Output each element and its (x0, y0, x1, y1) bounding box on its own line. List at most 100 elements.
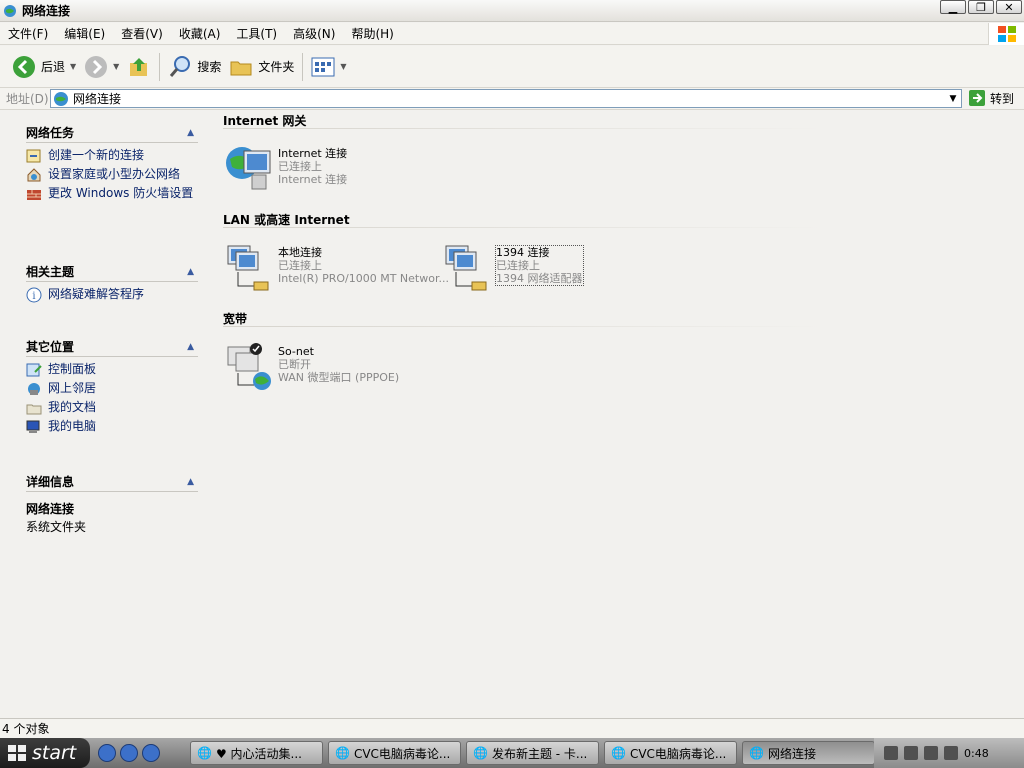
internet-gateway-icon (226, 147, 271, 190)
network-globe-icon: 🌐 (749, 746, 764, 760)
connection-device: 1394 网络适配器 (496, 272, 583, 285)
collapse-icon[interactable]: ▲ (187, 267, 194, 277)
network-tray-icon[interactable] (904, 746, 918, 760)
documents-folder-icon (26, 404, 42, 415)
connection-device: WAN 微型端口 (PPPOE) (278, 371, 400, 384)
group-internet-gateway: Internet 网关 (223, 112, 823, 129)
firewall-settings-link[interactable]: 更改 Windows 防火墙设置 (26, 187, 198, 202)
link-label: 网络疑难解答程序 (48, 287, 145, 301)
link-label: 网上邻居 (48, 381, 97, 395)
connection-status: 已连接上 (278, 160, 322, 173)
status-bar: 4 个对象 (0, 718, 1024, 738)
panel-title: 网络任务 (26, 126, 75, 140)
network-globe-icon (54, 91, 68, 106)
menu-favorites[interactable]: 收藏(A) (171, 25, 229, 42)
connection-sonet[interactable]: So-net 已断开 WAN 微型端口 (PPPOE) (224, 341, 399, 393)
details-name: 网络连接 (26, 502, 75, 516)
group-divider (223, 227, 823, 228)
toolbar-separator (159, 52, 161, 81)
menu-help[interactable]: 帮助(H) (343, 25, 401, 42)
title-bar: 网络连接 ▁ ❐ ✕ (0, 0, 1024, 22)
group-divider (223, 128, 823, 129)
network-troubleshooter-link[interactable]: i 网络疑难解答程序 (26, 287, 198, 303)
ie-page-icon: 🌐 (473, 746, 488, 760)
firewall-icon (27, 190, 41, 200)
address-bar: 地址(D) 网络连接 ▼ 转到 (0, 88, 1024, 110)
my-computer-link[interactable]: 我的电脑 (26, 420, 198, 435)
related-topics-panel: 相关主题 ▲ i 网络疑难解答程序 (26, 262, 198, 303)
panel-title: 其它位置 (26, 340, 75, 354)
maximize-button[interactable]: ❐ (968, 0, 994, 14)
minimize-button[interactable]: ▁ (940, 0, 966, 14)
internet-explorer-icon[interactable] (120, 744, 138, 762)
connection-name: Internet 连接 (278, 147, 348, 160)
address-dropdown-icon[interactable]: ▼ (945, 90, 961, 107)
panel-header[interactable]: 相关主题 ▲ (26, 262, 198, 282)
folders-button[interactable]: 文件夹 (225, 51, 298, 83)
new-connection-icon (26, 149, 41, 163)
panel-header[interactable]: 详细信息 ▲ (26, 472, 198, 492)
group-title: 宽带 (223, 312, 248, 326)
taskbar-item[interactable]: 🌐 发布新主题 - 卡... (466, 741, 599, 765)
link-label: 创建一个新的连接 (48, 148, 145, 162)
forward-button[interactable]: ▼ (80, 51, 123, 83)
menu-view[interactable]: 查看(V) (113, 25, 171, 42)
connection-1394[interactable]: 1394 连接 已连接上 1394 网络适配器 (442, 242, 584, 294)
connection-internet[interactable]: Internet 连接 已连接上 Internet 连接 (224, 143, 347, 195)
media-player-icon[interactable] (98, 744, 116, 762)
menu-advanced[interactable]: 高级(N) (285, 25, 343, 42)
collapse-icon[interactable]: ▲ (187, 342, 194, 352)
taskbar-item[interactable]: 🌐 CVC电脑病毒论... (604, 741, 737, 765)
collapse-icon[interactable]: ▲ (187, 477, 194, 487)
taskbar-item[interactable]: 🌐 ♥ 内心活动集... (190, 741, 323, 765)
toolbar: 后退 ▼ ▼ 搜索 文件夹 ▼ (0, 46, 1024, 88)
create-connection-link[interactable]: 创建一个新的连接 (26, 149, 198, 164)
info-icon: i (26, 287, 42, 303)
taskbar-item-active[interactable]: 🌐 网络连接 (742, 741, 875, 765)
connection-device: Internet 连接 (278, 173, 348, 186)
details-type: 系统文件夹 (26, 520, 87, 534)
connection-status: 已连接上 (496, 259, 540, 272)
panel-header[interactable]: 网络任务 ▲ (26, 123, 198, 143)
back-button[interactable]: 后退 ▼ (8, 51, 80, 83)
menu-tools[interactable]: 工具(T) (228, 25, 285, 42)
start-button[interactable]: start (0, 738, 90, 768)
search-button[interactable]: 搜索 (164, 51, 225, 83)
link-label: 控制面板 (48, 362, 97, 376)
control-panel-icon (26, 363, 42, 377)
menu-file[interactable]: 文件(F) (0, 25, 56, 42)
windows-logo-icon (988, 23, 1024, 45)
back-label: 后退 (41, 60, 66, 74)
status-text: 4 个对象 (2, 722, 50, 736)
control-panel-link[interactable]: 控制面板 (26, 363, 198, 378)
chevron-down-icon[interactable]: ▼ (340, 62, 346, 71)
link-label: 我的文档 (48, 400, 97, 414)
connection-local[interactable]: 本地连接 已连接上 Intel(R) PRO/1000 MT Networ... (224, 242, 449, 294)
browser-icon[interactable] (142, 744, 160, 762)
folder-up-icon (130, 57, 148, 76)
home-network-link[interactable]: 设置家庭或小型办公网络 (26, 168, 198, 183)
clock[interactable]: 0:48 (964, 747, 989, 760)
go-button[interactable]: 转到 (968, 89, 1014, 107)
address-input[interactable]: 网络连接 ▼ (50, 89, 962, 108)
taskbar-item[interactable]: 🌐 CVC电脑病毒论... (328, 741, 461, 765)
keyboard-icon[interactable] (884, 746, 898, 760)
up-button[interactable] (123, 51, 155, 83)
connection-name: 本地连接 (278, 246, 322, 259)
views-button[interactable]: ▼ (307, 51, 350, 83)
security-tray-icon[interactable] (924, 746, 938, 760)
chevron-down-icon[interactable]: ▼ (70, 62, 76, 71)
collapse-icon[interactable]: ▲ (187, 128, 194, 138)
connection-status: 已连接上 (278, 259, 322, 272)
group-divider (223, 326, 823, 327)
close-button[interactable]: ✕ (996, 0, 1022, 14)
search-icon (170, 55, 191, 77)
ime-tray-icon[interactable] (944, 746, 958, 760)
chevron-down-icon[interactable]: ▼ (113, 62, 119, 71)
ie-page-icon: 🌐 (611, 746, 626, 760)
network-places-link[interactable]: 网上邻居 (26, 382, 198, 397)
menu-edit[interactable]: 编辑(E) (56, 25, 113, 42)
my-documents-link[interactable]: 我的文档 (26, 401, 198, 416)
link-label: 设置家庭或小型办公网络 (48, 167, 181, 181)
panel-header[interactable]: 其它位置 ▲ (26, 337, 198, 357)
